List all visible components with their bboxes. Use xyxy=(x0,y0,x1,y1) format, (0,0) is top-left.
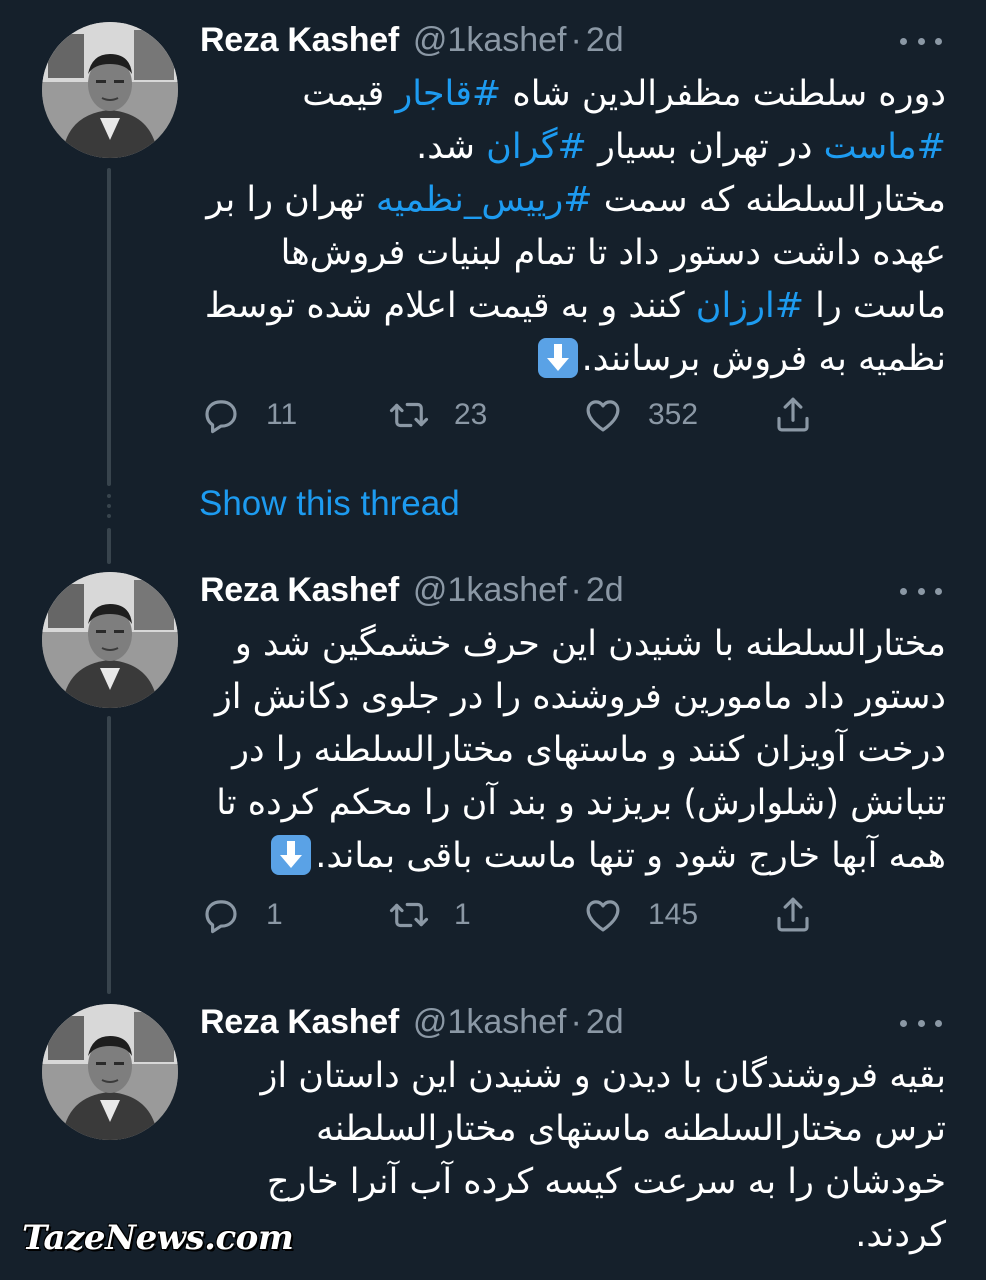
retweet-icon xyxy=(389,902,429,928)
hashtag-link[interactable]: #رییس_نظمیه xyxy=(376,180,593,220)
tweet-actions: 11 23 352 xyxy=(200,390,840,440)
tweet-text-segment: بقیه فروشندگان با دیدن و شنیدن این داستا… xyxy=(260,1056,946,1255)
separator: · xyxy=(570,20,582,59)
share-button[interactable] xyxy=(772,390,814,440)
show-thread-link[interactable]: Show this thread xyxy=(199,484,460,524)
hashtag-link[interactable]: #ارزان xyxy=(696,286,804,326)
share-icon xyxy=(777,897,809,932)
like-button[interactable]: 145 xyxy=(582,890,698,940)
tweet-text: دوره سلطنت مظفرالدین شاه #قاجار قیمت #ما… xyxy=(200,68,946,386)
reply-button[interactable]: 1 xyxy=(200,890,283,940)
author-name[interactable]: Reza Kashef xyxy=(200,1003,399,1042)
more-icon[interactable] xyxy=(896,576,946,606)
like-count: 352 xyxy=(648,398,699,431)
thread-connector xyxy=(107,528,111,564)
more-icon[interactable] xyxy=(896,1008,946,1038)
tweet-text-segment: در تهران بسیار xyxy=(586,127,824,167)
avatar[interactable] xyxy=(42,1004,178,1140)
separator: · xyxy=(570,1002,582,1041)
author-name[interactable]: Reza Kashef xyxy=(200,21,399,60)
reply-button[interactable]: 11 xyxy=(200,390,297,440)
timestamp[interactable]: 2d xyxy=(586,21,624,60)
hashtag-link[interactable]: #ماست xyxy=(824,127,946,167)
down-arrow-emoji-icon xyxy=(537,338,578,378)
reply-icon xyxy=(205,900,237,934)
like-button[interactable]: 352 xyxy=(582,390,698,440)
thread-connector xyxy=(107,168,111,486)
tweet-actions: 1 1 145 xyxy=(200,890,840,940)
thread-connector xyxy=(107,716,111,994)
hashtag-link[interactable]: #قاجار xyxy=(395,74,501,114)
tweet-header: Reza Kashef @1kashef · 2d xyxy=(200,568,624,612)
retweet-icon xyxy=(389,402,429,428)
share-icon xyxy=(777,397,809,432)
heart-icon xyxy=(586,900,620,932)
author-name[interactable]: Reza Kashef xyxy=(200,571,399,610)
tweet-text: بقیه فروشندگان با دیدن و شنیدن این داستا… xyxy=(200,1050,946,1262)
watermark-logo: TazeNews.com xyxy=(22,1218,294,1258)
retweet-button[interactable]: 23 xyxy=(388,390,487,440)
reply-count: 1 xyxy=(266,898,283,931)
retweet-count: 23 xyxy=(454,398,488,431)
hashtag-link[interactable]: #گران xyxy=(486,127,587,167)
author-handle[interactable]: @1kashef xyxy=(413,571,567,610)
tweet-text-segment: شد. xyxy=(416,127,487,167)
share-button[interactable] xyxy=(772,890,814,940)
down-arrow-emoji-icon xyxy=(271,835,312,875)
tweet-header: Reza Kashef @1kashef · 2d xyxy=(200,18,624,62)
tweet-text: مختارالسلطنه با شنیدن این حرف خشمگین شد … xyxy=(200,618,946,883)
tweet-text-segment: قیمت xyxy=(302,74,396,114)
author-handle[interactable]: @1kashef xyxy=(413,21,567,60)
reply-count: 11 xyxy=(266,398,298,431)
like-count: 145 xyxy=(648,898,699,931)
tweet-text-segment: دوره سلطنت مظفرالدین شاه xyxy=(501,74,946,114)
tweet-text-segment: مختارالسلطنه که سمت xyxy=(592,180,946,220)
timestamp[interactable]: 2d xyxy=(586,571,624,610)
separator: · xyxy=(570,570,582,609)
reply-icon xyxy=(205,400,237,434)
retweet-button[interactable]: 1 xyxy=(388,890,471,940)
tweet-header: Reza Kashef @1kashef · 2d xyxy=(200,1000,624,1044)
author-handle[interactable]: @1kashef xyxy=(413,1003,567,1042)
thread-connector-dots xyxy=(107,494,111,524)
heart-icon xyxy=(586,400,620,432)
avatar[interactable] xyxy=(42,572,178,708)
timestamp[interactable]: 2d xyxy=(586,1003,624,1042)
more-icon[interactable] xyxy=(896,26,946,56)
avatar[interactable] xyxy=(42,22,178,158)
retweet-count: 1 xyxy=(454,898,471,931)
tweet-text-segment: مختارالسلطنه با شنیدن این حرف خشمگین شد … xyxy=(214,624,946,876)
